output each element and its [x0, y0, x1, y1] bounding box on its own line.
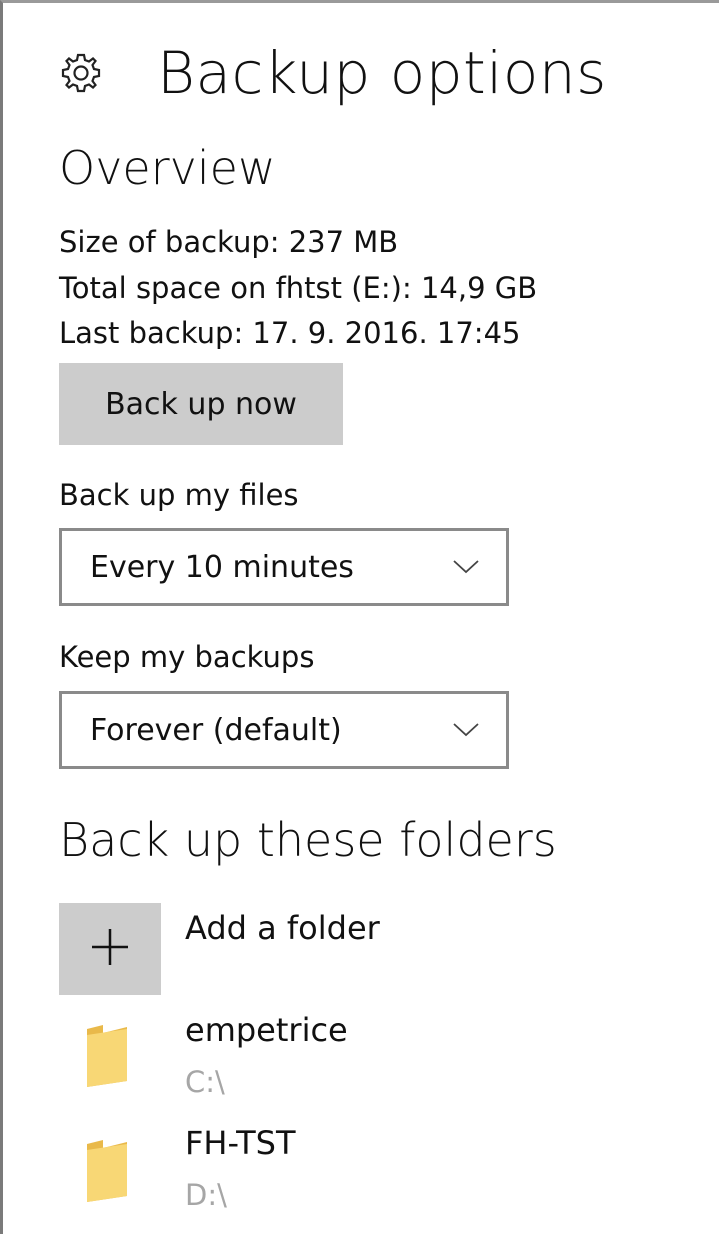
plus-icon [88, 925, 132, 973]
backup-frequency-value: Every 10 minutes [90, 549, 354, 585]
backup-size-text: Size of backup: 237 MB [59, 225, 399, 259]
retention-value: Forever (default) [90, 712, 342, 748]
add-folder-button[interactable] [59, 903, 161, 995]
page-header: Backup options [55, 33, 607, 113]
folders-heading: Back up these folders [59, 813, 557, 867]
folder-path: D:\ [185, 1178, 227, 1212]
page-title: Backup options [157, 39, 607, 107]
add-folder-label[interactable]: Add a folder [185, 909, 380, 947]
gear-icon [55, 47, 107, 99]
overview-heading: Overview [59, 141, 276, 195]
folder-path: C:\ [185, 1065, 225, 1099]
last-backup-text: Last backup: 17. 9. 2016. 17:45 [59, 316, 521, 350]
backup-options-window: Backup options Overview Size of backup: … [0, 0, 719, 1234]
chevron-down-icon [446, 710, 486, 750]
retention-dropdown[interactable]: Forever (default) [59, 691, 509, 769]
chevron-down-icon [446, 547, 486, 587]
folder-icon [81, 1138, 133, 1204]
folder-icon [81, 1023, 133, 1089]
total-space-text: Total space on fhtst (E:): 14,9 GB [59, 271, 538, 305]
backup-frequency-dropdown[interactable]: Every 10 minutes [59, 528, 509, 606]
folder-name[interactable]: FH-TST [185, 1124, 295, 1162]
retention-label: Keep my backups [59, 640, 315, 674]
folder-name[interactable]: empetrice [185, 1011, 348, 1049]
backup-frequency-label: Back up my files [59, 478, 299, 512]
back-up-now-button[interactable]: Back up now [59, 363, 343, 445]
